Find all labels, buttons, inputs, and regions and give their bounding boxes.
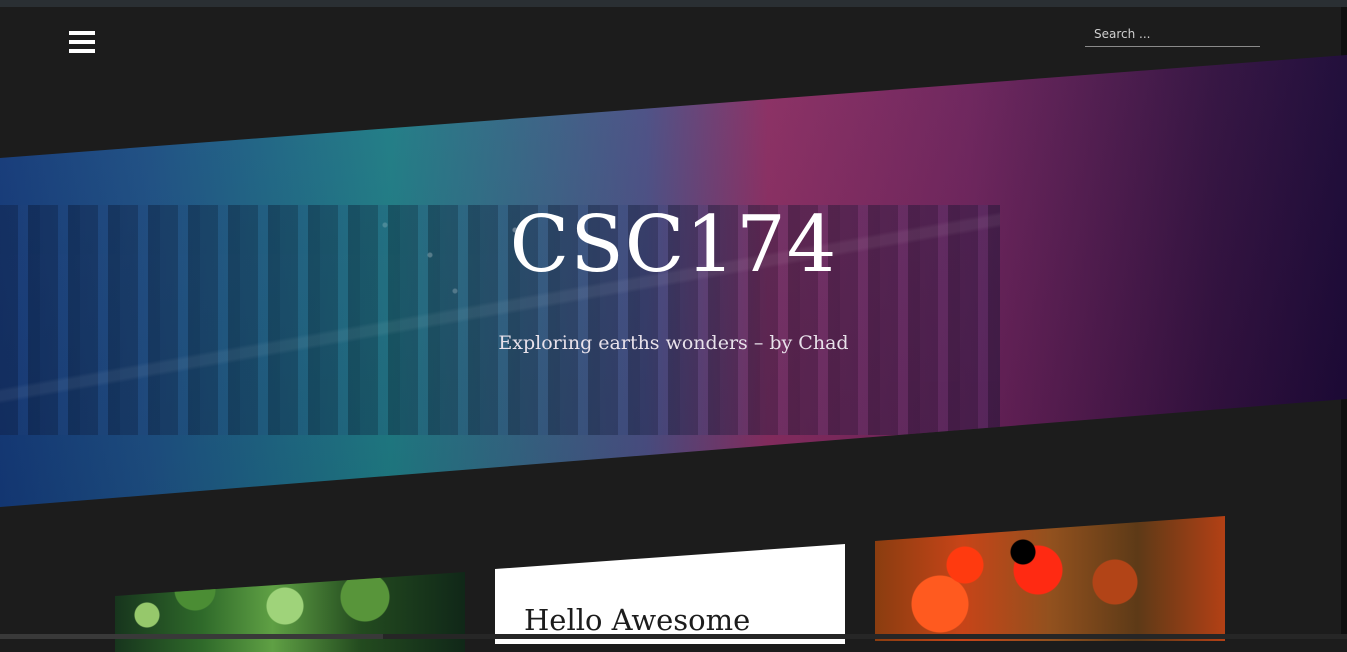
menu-line-1: [69, 31, 95, 35]
hamburger-icon[interactable]: [68, 31, 96, 57]
search-input[interactable]: [1085, 22, 1260, 46]
menu-line-2: [69, 40, 95, 44]
browser-top-strip: [0, 0, 1347, 7]
site-title: CSC174: [509, 200, 838, 290]
search-container: [1085, 22, 1260, 47]
bottom-scroll-area: [0, 634, 1347, 639]
post-title[interactable]: Hello Awesome: [524, 603, 750, 637]
menu-line-3: [69, 49, 95, 53]
site-tagline: Exploring earths wonders – by Chad: [498, 332, 849, 354]
